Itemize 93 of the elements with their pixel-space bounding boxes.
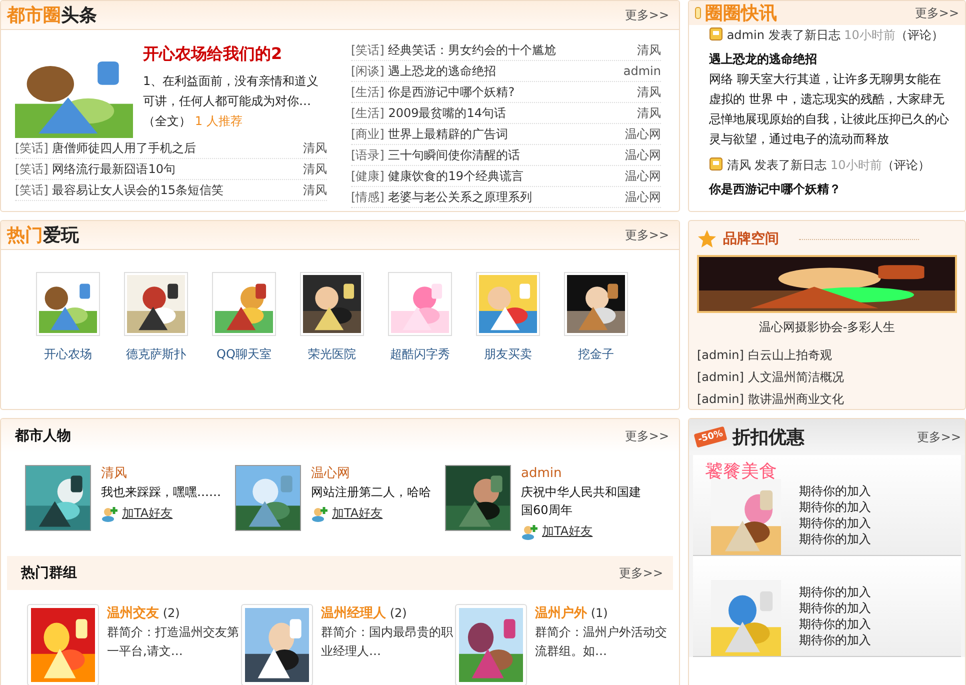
author-name: 清风 [303, 140, 327, 157]
author-name: 温心网 [625, 147, 661, 164]
entry-title[interactable]: 你是西游记中哪个妖精？ [709, 179, 951, 199]
app-link[interactable]: 开心农场 [44, 346, 92, 363]
timestamp: 10小时前 [830, 158, 882, 172]
featured-title[interactable]: 开心农场给我们的2 [143, 44, 327, 65]
member-name[interactable]: 清风 [101, 465, 231, 483]
comment-link[interactable]: （评论） [882, 158, 930, 172]
author-name: 温心网 [625, 189, 661, 206]
article-link[interactable]: [情感] 老婆与老公关系之原理系列 [351, 187, 532, 207]
app-link[interactable]: 挖金子 [578, 346, 614, 363]
offer-line[interactable]: 期待你的加入 [799, 515, 871, 531]
article-link[interactable]: [笑话] 最容易让女人误会的15条短信笑 [15, 180, 224, 200]
more-link[interactable]: 更多>> [624, 226, 669, 244]
offer-line[interactable]: 期待你的加入 [799, 600, 871, 616]
panel-title: 热门群组 [21, 564, 77, 582]
offer-line[interactable]: 期待你的加入 [799, 499, 871, 515]
offer-title: 饕餮美食 [705, 460, 777, 483]
app-link[interactable]: 荣光医院 [308, 346, 356, 363]
app-link[interactable]: 德克萨斯扑 [126, 346, 186, 363]
app-link[interactable]: 朋友买卖 [484, 346, 532, 363]
timestamp: 10小时前 [844, 28, 896, 42]
full-text-link[interactable]: （全文） [143, 114, 191, 128]
article-link[interactable]: [闲谈] 遇上恐龙的逃命绝招 [351, 61, 496, 81]
featured-summary: 1、在利益面前，没有亲情和道义可讲，任何人都可能成为对你… [143, 74, 319, 108]
panel-title: 都市圈头条 [7, 4, 97, 27]
author-name: 清风 [637, 42, 661, 59]
app-link[interactable]: 超酷闪字秀 [390, 346, 450, 363]
more-link[interactable]: 更多>> [914, 4, 959, 22]
panel-title: 品牌空间 [723, 230, 779, 248]
article-link[interactable]: [笑话] 经典笑话：男女约会的十个尴尬 [351, 40, 556, 60]
entry-text: 网络 聊天室大行其道，让许多无聊男女能在虚拟的 世界 中，遗忘现实的残酷，大家肆无忌惮地展现原始的自我，让彼此压抑已久的心灵与欲望，通过电子的流动而释放 [709, 71, 950, 148]
add-friend-link[interactable]: 加TA好友 [122, 505, 173, 522]
article-link[interactable]: [生活] 你是西游记中哪个妖精? [351, 82, 515, 102]
diary-icon [709, 27, 723, 41]
member-count: (1) [590, 606, 608, 620]
activity-text: 发表了新日志 [754, 158, 827, 172]
article-link[interactable]: [笑话] 唐僧师徒四人用了手机之后 [15, 138, 196, 158]
group-intro: 群简介：国内最昂贵的职业经理人… [321, 624, 454, 660]
offer-line[interactable]: 期待你的加入 [799, 584, 871, 600]
article-link[interactable]: [健康] 健康饮食的19个经典谎言 [351, 166, 524, 186]
offer-line[interactable]: 期待你的加入 [799, 531, 871, 547]
author-name: 温心网 [625, 168, 661, 185]
article-link[interactable]: [笑话] 网络流行最新囧语10句 [15, 159, 176, 179]
user-name[interactable]: admin [726, 28, 764, 42]
article-link[interactable]: [admin] 白云山上拍奇观 [697, 348, 832, 362]
panel-title: 圈圈快讯 [705, 2, 777, 25]
more-link[interactable]: 更多>> [624, 6, 669, 24]
group-intro: 群简介：打造温州交友第一平台,请文… [107, 624, 240, 660]
author-name: 清风 [637, 105, 661, 122]
add-friend-link[interactable]: 加TA好友 [332, 505, 383, 522]
author-name: 清风 [303, 161, 327, 178]
author-name: admin [623, 63, 661, 80]
offer-line[interactable]: 期待你的加入 [799, 483, 871, 499]
offer-line[interactable]: 期待你的加入 [799, 632, 871, 648]
panel-title: 热门爱玩 [7, 224, 79, 247]
comment-link[interactable]: （评论） [895, 28, 944, 42]
article-link[interactable]: [商业] 世界上最精辟的广告词 [351, 124, 508, 144]
entry-title[interactable]: 遇上恐龙的逃命绝招 [709, 49, 951, 69]
add-friend-link[interactable]: 加TA好友 [542, 523, 593, 540]
add-friend-icon [311, 506, 329, 522]
diary-icon [709, 157, 723, 171]
author-name: 清风 [303, 182, 327, 199]
member-name[interactable]: admin [521, 465, 651, 483]
banner-caption: 温心网摄影协会-多彩人生 [758, 319, 896, 336]
member-count: (2) [162, 606, 180, 620]
discount-tag: -50% [694, 426, 728, 448]
member-count: (2) [390, 606, 407, 620]
member-note: 网站注册第二人，哈哈 [311, 484, 432, 501]
panel-title: 折扣优惠 [732, 426, 804, 449]
star-icon [697, 229, 717, 249]
recommend-count: 1 人推荐 [194, 114, 242, 128]
author-name: 清风 [637, 84, 661, 101]
app-link[interactable]: QQ聊天室 [216, 346, 272, 363]
more-link[interactable]: 更多>> [916, 428, 961, 446]
activity-text: 发表了新日志 [768, 28, 840, 42]
more-link[interactable]: 更多>> [618, 564, 663, 582]
offer-line[interactable]: 期待你的加入 [799, 616, 871, 632]
group-intro: 群简介：温州户外活动交流群组。如… [535, 624, 668, 660]
member-note: 我也来踩踩，嘿嘿…… [101, 484, 222, 501]
bullet-icon [695, 7, 701, 19]
article-link[interactable]: [admin] 人文温州简洁概况 [697, 370, 844, 384]
panel-title: 都市人物 [15, 427, 71, 445]
member-name[interactable]: 温心网 [311, 465, 441, 483]
article-link[interactable]: [语录] 三十句瞬间使你清醒的话 [351, 145, 520, 165]
member-note: 庆祝中华人民共和国建国60周年 [521, 484, 642, 519]
more-link[interactable]: 更多>> [624, 428, 669, 444]
user-name[interactable]: 清风 [726, 158, 751, 172]
add-friend-icon [521, 524, 539, 540]
article-link[interactable]: [admin] 散讲温州商业文化 [697, 392, 844, 406]
article-link[interactable]: [生活] 2009最贫嘴的14句话 [351, 103, 506, 123]
add-friend-icon [101, 506, 119, 522]
author-name: 温心网 [625, 126, 661, 143]
